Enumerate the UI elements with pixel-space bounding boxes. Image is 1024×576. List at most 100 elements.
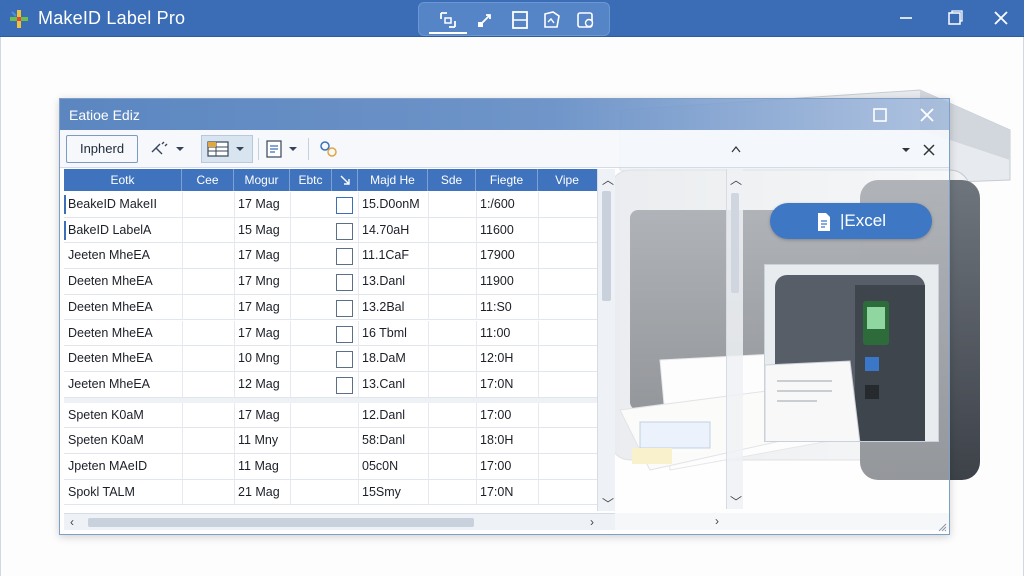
cell-majd[interactable]: 16 Tbml [362, 321, 428, 346]
export-icon[interactable] [263, 138, 303, 160]
table-row[interactable]: Deeten MheEA 17 Mng 13.Danl 11900 [64, 269, 597, 295]
scroll-thumb[interactable] [602, 191, 611, 301]
table-row[interactable]: Speten K0aM 11 Mny 58:Danl 18:0H [64, 428, 597, 454]
table-row[interactable]: Jpeten MAeID 11 Mag 05c0N 17:00 [64, 454, 597, 480]
cell-mogur[interactable]: 11 Mny [238, 428, 288, 453]
cell-cee[interactable] [186, 321, 232, 346]
column-header[interactable]: Majd He [358, 169, 428, 191]
table-row[interactable]: BakeID LabelA 15 Mag 14.70aH 11600 [64, 217, 597, 244]
cell-fiegte[interactable]: 17:0N [480, 480, 536, 505]
cell-majd[interactable]: 12.Danl [362, 403, 428, 428]
column-header[interactable]: Sde [428, 169, 476, 191]
collapse-icon[interactable] [728, 138, 744, 160]
grid-horizontal-scrollbar[interactable]: ‹ › [64, 513, 615, 530]
cell-fiegte[interactable]: 11900 [480, 269, 536, 294]
cell-majd[interactable]: 15.D0onM [362, 192, 428, 217]
cell-fiegte[interactable]: 11:00 [480, 321, 536, 346]
add-field-icon[interactable] [148, 138, 188, 160]
resize-grip-icon[interactable] [937, 522, 947, 532]
column-header[interactable]: Fiegte [476, 169, 538, 191]
row-checkbox[interactable] [336, 376, 353, 394]
move-icon[interactable] [473, 8, 499, 32]
cell-majd[interactable]: 14.70aH [362, 218, 428, 243]
cell-majd[interactable]: 13.Canl [362, 372, 428, 397]
cell-fiegte[interactable]: 18:0H [480, 428, 536, 453]
database-icon[interactable] [573, 8, 599, 32]
cell-fiegte[interactable]: 17:00 [480, 403, 536, 428]
cell-mogur[interactable]: 12 Mag [238, 372, 288, 397]
dropdown-icon[interactable] [898, 138, 914, 160]
cell-cee[interactable] [186, 403, 232, 428]
preview-horizontal-scrollbar[interactable]: › [615, 513, 949, 530]
column-header[interactable]: Cee [182, 169, 234, 191]
table-row[interactable]: BeakeID MakeII 17 Mag 15.D0onM 1:/600 [64, 192, 597, 218]
row-checkbox[interactable] [336, 197, 353, 214]
column-header[interactable]: Mogur [234, 169, 290, 191]
cell-mogur[interactable]: 10 Mng [238, 346, 288, 371]
table-row[interactable]: Speten K0aM 17 Mag 12.Danl 17:00 [64, 402, 597, 429]
cell-majd[interactable]: 13.2Bal [362, 295, 428, 320]
cell-name[interactable]: Deeten MheEA [68, 269, 180, 294]
grid-vertical-scrollbar[interactable]: ︿ ﹀ [597, 169, 615, 511]
cell-mogur[interactable]: 17 Mag [238, 403, 288, 428]
export-excel-button[interactable]: |Excel [770, 203, 932, 239]
scroll-down-icon[interactable]: ﹀ [730, 493, 742, 510]
link-icon[interactable] [316, 138, 342, 160]
cell-name[interactable]: Spokl TALM [68, 480, 180, 505]
select-icon[interactable] [435, 8, 461, 32]
cell-mogur[interactable]: 21 Mag [238, 480, 288, 505]
scroll-left-icon[interactable]: ‹ [70, 515, 74, 529]
preview-vertical-scrollbar[interactable]: ︿ ﹀ [726, 169, 743, 509]
column-header[interactable]: Ebtc [290, 169, 332, 191]
cell-fiegte[interactable]: 17900 [480, 243, 536, 268]
cell-name[interactable]: Deeten MheEA [68, 295, 180, 320]
row-checkbox[interactable] [336, 248, 353, 266]
toolbar-text-button[interactable]: Inpherd [66, 135, 138, 163]
cell-mogur[interactable]: 17 Mag [238, 295, 288, 320]
cell-majd[interactable]: 05c0N [362, 454, 428, 479]
cell-cee[interactable] [186, 346, 232, 371]
cell-cee[interactable] [186, 269, 232, 294]
table-row[interactable]: Spokl TALM 21 Mag 15Smy 17:0N [64, 479, 597, 506]
restore-icon[interactable] [942, 6, 968, 30]
scroll-thumb[interactable] [88, 518, 474, 527]
cell-mogur[interactable]: 17 Mag [238, 192, 288, 217]
cell-cee[interactable] [186, 372, 232, 397]
table-row[interactable]: Jeeten MheEA 12 Mag 13.Canl 17:0N [64, 371, 597, 398]
cell-majd[interactable]: 11.1CaF [362, 243, 428, 268]
cell-cee[interactable] [186, 218, 232, 243]
scroll-up-icon[interactable]: ︿ [730, 171, 742, 188]
column-header[interactable]: Vipe [538, 169, 596, 191]
close-panel-icon[interactable] [920, 138, 938, 160]
cell-majd[interactable]: 13.Danl [362, 269, 428, 294]
cell-name[interactable]: BeakeID MakeII [68, 192, 180, 217]
row-checkbox[interactable] [336, 274, 353, 292]
cell-cee[interactable] [186, 243, 232, 268]
cell-cee[interactable] [186, 295, 232, 320]
cell-majd[interactable]: 15Smy [362, 480, 428, 505]
row-checkbox[interactable] [336, 299, 353, 317]
cell-mogur[interactable]: 17 Mag [238, 243, 288, 268]
maximize-icon[interactable] [869, 104, 891, 126]
cell-name[interactable]: Deeten MheEA [68, 346, 180, 371]
table-view-icon[interactable] [205, 138, 251, 160]
cell-majd[interactable]: 58:Danl [362, 428, 428, 453]
cell-cee[interactable] [186, 428, 232, 453]
cell-name[interactable]: Jeeten MheEA [68, 243, 180, 268]
column-header[interactable]: Eotk [64, 169, 182, 191]
cell-fiegte[interactable]: 12:0H [480, 346, 536, 371]
table-row[interactable]: Deeten MheEA 17 Mag 13.2Bal 11:S0 [64, 294, 597, 321]
row-checkbox[interactable] [336, 351, 353, 369]
table-row[interactable]: Deeten MheEA 10 Mng 18.DaM 12:0H [64, 346, 597, 372]
row-checkbox[interactable] [336, 222, 353, 240]
cell-name[interactable]: Deeten MheEA [68, 321, 180, 346]
scroll-thumb[interactable] [731, 193, 739, 293]
frame-icon[interactable] [507, 8, 533, 32]
cell-mogur[interactable]: 17 Mag [238, 321, 288, 346]
image-icon[interactable] [539, 8, 565, 32]
cell-mogur[interactable]: 15 Mag [238, 218, 288, 243]
cell-fiegte[interactable]: 11:S0 [480, 295, 536, 320]
cell-mogur[interactable]: 11 Mag [238, 454, 288, 479]
cell-cee[interactable] [186, 454, 232, 479]
cell-cee[interactable] [186, 192, 232, 217]
